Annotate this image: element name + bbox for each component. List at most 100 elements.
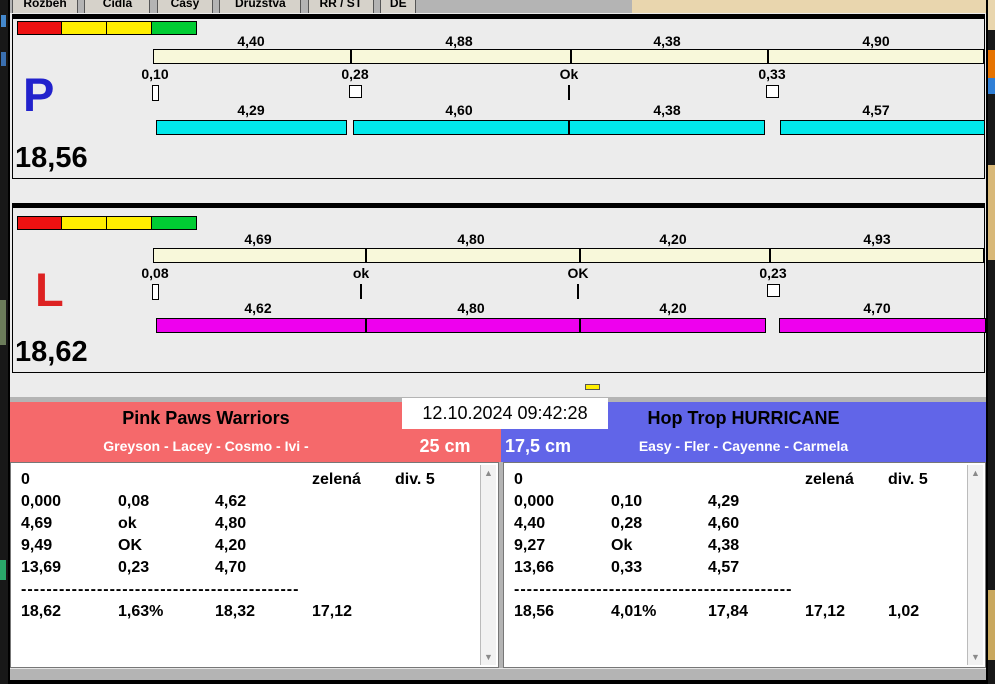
bar-divider bbox=[570, 50, 572, 63]
table-row: 13,69 0,23 4,70 bbox=[11, 557, 498, 579]
scroll-up-icon[interactable]: ▲ bbox=[481, 468, 496, 478]
results-table-right[interactable]: 0 zelená div. 5 0,000 0,10 4,29 4,40 0,2… bbox=[503, 462, 986, 668]
green-light-icon bbox=[152, 216, 197, 230]
table-row: 4,69 ok 4,80 bbox=[11, 513, 498, 535]
yellow-light-icon bbox=[107, 216, 152, 230]
dog-time-bar bbox=[353, 120, 765, 135]
change-status: OK bbox=[528, 266, 628, 280]
bar-divider bbox=[568, 121, 570, 134]
bar-divider bbox=[579, 249, 581, 262]
marker-checkbox[interactable] bbox=[349, 85, 362, 98]
marker-bar bbox=[152, 284, 159, 300]
tab-druzstva[interactable]: Druzstva bbox=[219, 0, 301, 13]
change-status: 0,28 bbox=[305, 67, 405, 81]
totals-row: 18,62 1,63% 18,32 17,12 bbox=[11, 601, 498, 623]
yellow-light-icon bbox=[107, 21, 152, 35]
table-row: 9,27 Ok 4,38 bbox=[504, 535, 985, 557]
dog-time: 4,62 bbox=[208, 301, 308, 315]
background-strip bbox=[632, 0, 986, 13]
lane-letter: P bbox=[23, 71, 54, 118]
background-pixels bbox=[1, 15, 6, 27]
yellow-light-icon bbox=[62, 21, 107, 35]
sensor-bar bbox=[153, 49, 984, 64]
marker-checkbox[interactable] bbox=[767, 284, 780, 297]
sensor-split: 4,40 bbox=[201, 34, 301, 48]
bar-divider bbox=[365, 249, 367, 262]
jump-height-label: 17,5 cm bbox=[503, 436, 573, 457]
lane-panel-l: L 18,62 4,69 4,80 4,20 4,93 0,08 ok OK 0… bbox=[12, 203, 985, 373]
tab-rr-st[interactable]: RR / ST bbox=[308, 0, 374, 13]
bar-divider bbox=[579, 319, 581, 332]
red-light-icon bbox=[17, 21, 62, 35]
tab-bar: Rozbeh Cidla Casy Druzstva RR / ST DE bbox=[10, 0, 632, 13]
table-row: 9,49 OK 4,20 bbox=[11, 535, 498, 557]
sensor-split: 4,20 bbox=[623, 232, 723, 246]
sensor-split: 4,88 bbox=[409, 34, 509, 48]
dog-time-bar bbox=[156, 318, 766, 333]
background-pixels bbox=[988, 0, 995, 30]
background-pixels bbox=[988, 590, 995, 660]
run-number: 0 bbox=[514, 469, 611, 491]
dog-time: 4,80 bbox=[421, 301, 521, 315]
start-lights bbox=[17, 21, 197, 35]
change-status: 0,23 bbox=[723, 266, 823, 280]
sensor-split: 4,93 bbox=[827, 232, 927, 246]
dog-time: 4,29 bbox=[201, 103, 301, 117]
bar-divider bbox=[365, 319, 367, 332]
scrollbar[interactable]: ▲ ▼ bbox=[967, 465, 983, 665]
tab-casy[interactable]: Casy bbox=[157, 0, 213, 13]
marker-tick bbox=[577, 284, 579, 299]
bar-divider bbox=[769, 249, 771, 262]
dog-time-bar bbox=[780, 120, 985, 135]
sensor-split: 4,69 bbox=[208, 232, 308, 246]
separator-line: ----------------------------------------… bbox=[504, 579, 804, 601]
sensor-split: 4,80 bbox=[421, 232, 521, 246]
dog-time: 4,38 bbox=[617, 103, 717, 117]
change-status: Ok bbox=[519, 67, 619, 81]
tab-cidla[interactable]: Cidla bbox=[84, 0, 150, 13]
team-name: Pink Paws Warriors bbox=[10, 402, 402, 429]
separator-line: ----------------------------------------… bbox=[11, 579, 311, 601]
scroll-up-icon[interactable]: ▲ bbox=[968, 468, 983, 478]
results-table-left[interactable]: 0 zelená div. 5 0,000 0,08 4,62 4,69 ok … bbox=[10, 462, 499, 668]
change-status: ok bbox=[311, 266, 411, 280]
bar-divider bbox=[767, 50, 769, 63]
dog-time-bar bbox=[156, 120, 347, 135]
table-row: 0 zelená div. 5 bbox=[11, 469, 498, 491]
table-row: 13,66 0,33 4,57 bbox=[504, 557, 985, 579]
lane-panel-p: P 18,56 4,40 4,88 4,38 4,90 0,10 0,28 Ok… bbox=[12, 14, 985, 179]
tab-de[interactable]: DE bbox=[380, 0, 416, 13]
sensor-split: 4,90 bbox=[826, 34, 926, 48]
marker-tick bbox=[360, 284, 362, 299]
red-light-icon bbox=[17, 216, 62, 230]
light-status: zelená bbox=[312, 469, 395, 491]
scrollbar[interactable]: ▲ ▼ bbox=[480, 465, 496, 665]
sensor-split: 4,38 bbox=[617, 34, 717, 48]
totals-row: 18,56 4,01% 17,84 17,12 1,02 bbox=[504, 601, 985, 623]
bar-divider bbox=[350, 50, 352, 63]
start-lights bbox=[17, 216, 197, 230]
dog-time: 4,20 bbox=[623, 301, 723, 315]
jump-height-label: 25 cm bbox=[410, 436, 480, 457]
scroll-down-icon[interactable]: ▼ bbox=[968, 652, 983, 662]
background-pixels bbox=[0, 560, 6, 580]
background-pixels bbox=[988, 165, 995, 260]
marker-checkbox[interactable] bbox=[766, 85, 779, 98]
change-status: 0,08 bbox=[105, 266, 205, 280]
run-number: 0 bbox=[21, 469, 118, 491]
sensor-bar bbox=[153, 248, 984, 263]
status-bar bbox=[10, 668, 986, 680]
background-pixels bbox=[988, 78, 995, 94]
marker-bar bbox=[152, 85, 159, 101]
scroll-down-icon[interactable]: ▼ bbox=[481, 652, 496, 662]
background-pixels bbox=[0, 300, 6, 345]
yellow-light-icon bbox=[62, 216, 107, 230]
lane-total-time: 18,56 bbox=[15, 144, 88, 173]
tab-rozbeh[interactable]: Rozbeh bbox=[12, 0, 78, 13]
change-status: 0,10 bbox=[105, 67, 205, 81]
lane-total-time: 18,62 bbox=[15, 338, 88, 367]
table-row: 0,000 0,08 4,62 bbox=[11, 491, 498, 513]
yellow-indicator-chip[interactable] bbox=[585, 384, 600, 390]
table-row: 4,40 0,28 4,60 bbox=[504, 513, 985, 535]
background-window-right bbox=[988, 0, 995, 684]
